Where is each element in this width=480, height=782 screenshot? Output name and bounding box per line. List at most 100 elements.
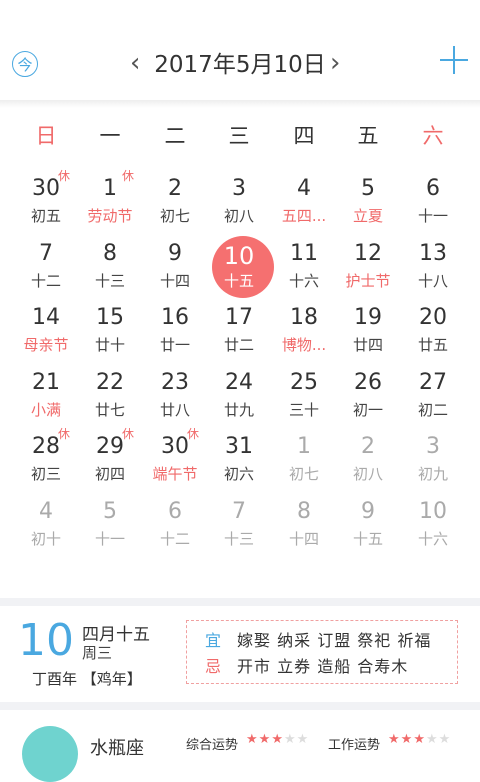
calendar-day[interactable]: 23 廿八	[143, 364, 207, 428]
day-number: 12	[354, 240, 382, 266]
weekday-label: 五	[357, 124, 379, 148]
plus-icon[interactable]	[440, 46, 468, 74]
lunar-label: 初九	[417, 465, 448, 483]
calendar-day[interactable]: 5 立夏	[336, 170, 400, 234]
calendar-day[interactable]: 25 三十	[272, 364, 336, 428]
lunar-label: 立夏	[352, 207, 383, 225]
calendar-day[interactable]: 30 端午节休	[143, 427, 207, 492]
ganzhi-year: 丁酉年 【鸡年】	[32, 670, 142, 688]
star-icon: ★	[425, 732, 439, 747]
calendar-day[interactable]: 31 初六	[207, 428, 271, 492]
calendar-day[interactable]: 20 廿五	[401, 299, 465, 363]
calendar-day[interactable]: 8 十三	[78, 235, 142, 299]
lunar-label: 十四	[288, 529, 319, 548]
lunar-label: 初二	[417, 400, 448, 419]
calendar-day[interactable]: 26 初一	[336, 364, 400, 428]
yi-activities: 嫁娶 纳采 订盟 祭祀 祈福	[237, 631, 432, 650]
day-number: 9	[168, 240, 182, 266]
day-number: 7	[232, 498, 246, 524]
calendar-day[interactable]: 16 廿一	[143, 299, 207, 363]
calendar-day[interactable]: 29 初四休	[78, 427, 142, 492]
calendar-day[interactable]: 15 廿十	[78, 299, 142, 363]
lunar-label: 十六	[417, 529, 448, 548]
lunar-label: 廿一	[159, 336, 190, 354]
calendar-day[interactable]: 24 廿九	[207, 364, 271, 428]
weekday-label: 二	[164, 124, 186, 148]
calendar-day[interactable]: 2 初七	[143, 170, 207, 234]
day-number: 20	[419, 305, 447, 330]
lunar-label: 十八	[417, 271, 448, 290]
star-icon: ★	[438, 732, 452, 747]
calendar-day[interactable]: 10 十六	[401, 493, 465, 557]
work-fortune-label: 工作运势	[328, 738, 381, 753]
star-icon: ★	[246, 732, 259, 747]
holiday-rest-badge: 休	[58, 427, 71, 441]
holiday-rest-badge: 休	[187, 427, 200, 441]
day-number: 11	[290, 240, 318, 266]
day-detail-panel[interactable]: 10 四月十五 周三 丁酉年 【鸡年】 宜嫁娶 纳采 订盟 祭祀 祈福 忌开市 …	[0, 606, 480, 702]
calendar-day[interactable]: 4 初十	[14, 493, 78, 557]
calendar-day[interactable]: 7 十三	[207, 493, 271, 557]
calendar-day[interactable]: 12 护士节	[336, 235, 400, 299]
calendar-day-today[interactable]: 10 十五	[207, 235, 274, 299]
star-icon: ★	[413, 732, 426, 747]
calendar-day[interactable]: 17 廿二	[207, 299, 271, 363]
day-number: 22	[96, 369, 124, 395]
lunar-label: 廿二	[223, 336, 254, 354]
lunar-label: 三十	[288, 400, 319, 419]
calendar-day[interactable]: 14 母亲节	[14, 299, 78, 363]
day-number: 3	[426, 434, 440, 459]
calendar-day[interactable]: 18 博物...	[272, 299, 336, 363]
day-number: 7	[39, 240, 53, 266]
calendar-day[interactable]: 21 小满	[14, 364, 78, 428]
day-number: 8	[297, 498, 311, 524]
calendar-day[interactable]: 5 十一	[78, 493, 142, 557]
overall-fortune-label: 综合运势	[186, 738, 239, 753]
calendar-day[interactable]: 7 十二	[14, 235, 78, 299]
lunar-label: 五四...	[281, 207, 327, 225]
day-number: 14	[32, 305, 60, 330]
lunar-label: 廿四	[352, 336, 383, 354]
calendar-day[interactable]: 3 初八	[207, 170, 271, 234]
calendar-day[interactable]: 19 廿四	[336, 299, 400, 363]
calendar-day[interactable]: 6 十二	[143, 493, 207, 557]
calendar-day[interactable]: 6 十一	[401, 170, 465, 234]
zodiac-panel[interactable]: 水瓶座 综合运势 ★★★★★ 工作运势 ★★★★★	[0, 710, 480, 782]
calendar-day[interactable]: 9 十五	[336, 493, 400, 557]
today-button[interactable]: 今	[12, 51, 38, 77]
calendar-day[interactable]: 22 廿七	[78, 364, 142, 428]
prev-month-chevron-icon[interactable]: ‹	[130, 48, 140, 78]
calendar-day[interactable]: 30 初五休	[14, 169, 78, 234]
lunar-label: 廿九	[223, 400, 254, 419]
lunar-label: 劳动节	[87, 207, 133, 225]
day-number: 17	[225, 305, 253, 330]
calendar-day[interactable]: 8 十四	[272, 493, 336, 557]
calendar-day[interactable]: 9 十四	[143, 235, 207, 299]
calendar-day[interactable]: 1 初七	[272, 428, 336, 492]
almanac-box[interactable]: 宜嫁娶 纳采 订盟 祭祀 祈福 忌开市 立券 造船 合寿木	[186, 620, 458, 684]
calendar-day[interactable]: 13 十八	[401, 235, 465, 299]
next-month-chevron-icon[interactable]: ›	[330, 48, 340, 78]
calendar-day[interactable]: 3 初九	[401, 428, 465, 492]
holiday-rest-badge: 休	[122, 427, 135, 441]
weekday-label: 一	[99, 124, 121, 148]
aquarius-icon	[22, 726, 78, 782]
day-number: 18	[290, 305, 318, 330]
holiday-rest-badge: 休	[58, 169, 71, 183]
weekday-label: 四	[293, 124, 315, 148]
ji-activities: 开市 立券 造船 合寿木	[237, 657, 409, 676]
lunar-label: 初八	[223, 207, 254, 225]
selected-weekday: 周三	[82, 644, 113, 662]
lunar-label: 廿八	[159, 400, 190, 419]
calendar-day[interactable]: 11 十六	[272, 235, 336, 299]
calendar-day[interactable]: 4 五四...	[272, 170, 336, 234]
calendar-day[interactable]: 2 初八	[336, 428, 400, 492]
lunar-label: 博物...	[281, 336, 327, 354]
lunar-label: 十三	[94, 271, 125, 290]
calendar-day[interactable]: 28 初三休	[14, 427, 78, 492]
calendar-day[interactable]: 27 初二	[401, 364, 465, 428]
lunar-label: 护士节	[345, 271, 391, 290]
page-title[interactable]: 2017年5月10日	[150, 50, 330, 80]
calendar-day[interactable]: 1 劳动节休	[78, 169, 142, 234]
lunar-label: 廿七	[94, 400, 125, 419]
